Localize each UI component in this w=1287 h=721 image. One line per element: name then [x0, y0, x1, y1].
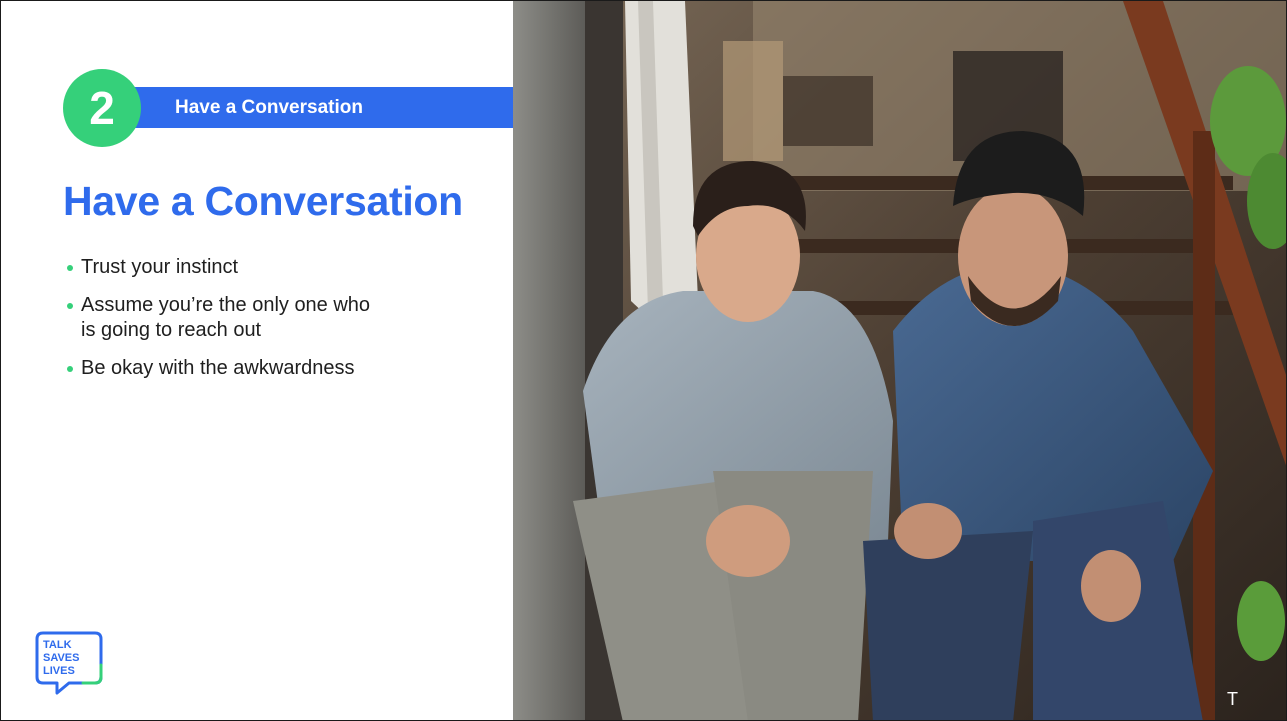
bullet-item: Be okay with the awkwardness	[67, 356, 497, 381]
two-men-talking-image	[513, 1, 1286, 720]
step-number-badge: 2	[63, 69, 141, 147]
step-number: 2	[89, 82, 115, 134]
svg-text:TALK: TALK	[43, 639, 72, 651]
bullet-item: Assume you’re the only one who is going …	[67, 293, 381, 343]
speech-bubble-logo-icon: TALK SAVES LIVES	[35, 631, 103, 695]
bullet-list: Trust your instinct Assume you’re the on…	[67, 255, 497, 394]
svg-text:LIVES: LIVES	[43, 665, 75, 677]
section-header-label: Have a Conversation	[175, 97, 363, 118]
photo-caption: T	[1227, 689, 1238, 709]
slide: Have a Conversation 2 Have a Conversatio…	[0, 0, 1287, 721]
conversation-photo: T	[513, 1, 1286, 720]
bullet-dot-icon	[67, 366, 73, 372]
bullet-text: Trust your instinct	[81, 256, 239, 278]
svg-text:SAVES: SAVES	[43, 652, 79, 664]
bullet-text: Assume you’re the only one who is going …	[81, 294, 371, 341]
bullet-item: Trust your instinct	[67, 255, 497, 280]
bullet-text: Be okay with the awkwardness	[81, 357, 355, 379]
page-title: Have a Conversation	[63, 178, 463, 224]
talk-saves-lives-logo: TALK SAVES LIVES	[35, 631, 103, 695]
section-header-bar: Have a Conversation	[101, 87, 513, 128]
bullet-dot-icon	[67, 265, 73, 271]
bullet-dot-icon	[67, 303, 73, 309]
